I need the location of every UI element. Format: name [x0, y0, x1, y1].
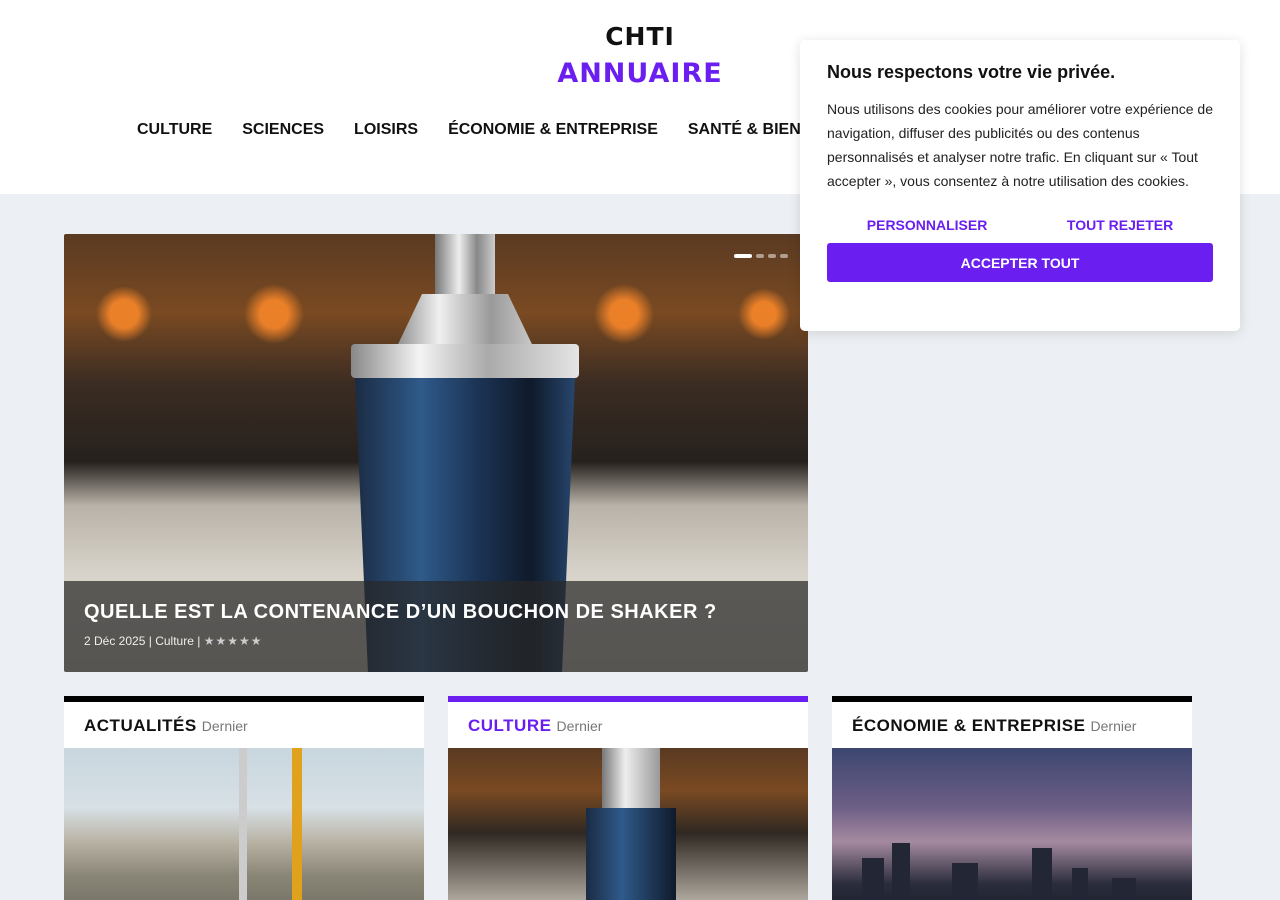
- card-subtitle: Dernier: [201, 718, 248, 734]
- card-category-title[interactable]: ACTUALITÉS: [84, 716, 197, 735]
- cookie-title: Nous respectons votre vie privée.: [827, 62, 1116, 82]
- card-header: ACTUALITÉS Dernier: [64, 702, 424, 748]
- customize-button[interactable]: PERSONNALISER: [867, 217, 988, 233]
- card-header: CULTURE Dernier: [448, 702, 808, 748]
- card-image-construction[interactable]: [64, 748, 424, 900]
- card-header: ÉCONOMIE & ENTREPRISE Dernier: [832, 702, 1192, 748]
- card-image-city-skyline[interactable]: [832, 748, 1192, 900]
- rating-stars-icon: ★★★★★: [203, 634, 263, 648]
- meta-separator: |: [148, 634, 152, 648]
- nav-item-loisirs[interactable]: LOISIRS: [354, 121, 418, 139]
- hero-category-link[interactable]: Culture: [155, 634, 194, 648]
- card-subtitle: Dernier: [1090, 718, 1137, 734]
- category-card-actualites: ACTUALITÉS Dernier: [64, 696, 424, 900]
- card-image-shaker[interactable]: [448, 748, 808, 900]
- slider-dot-4[interactable]: [780, 254, 788, 258]
- main-nav: CULTURE SCIENCES LOISIRS ÉCONOMIE & ENTR…: [137, 121, 849, 139]
- nav-item-sciences[interactable]: SCIENCES: [242, 121, 324, 139]
- cookie-consent-dialog: Nous respectons votre vie privée. Nous u…: [800, 40, 1240, 331]
- nav-item-economie[interactable]: ÉCONOMIE & ENTREPRISE: [448, 121, 658, 139]
- nav-item-culture[interactable]: CULTURE: [137, 121, 212, 139]
- hero-meta: 2 Déc 2025 | Culture | ★★★★★: [84, 634, 788, 648]
- card-subtitle: Dernier: [556, 718, 603, 734]
- card-category-title[interactable]: ÉCONOMIE & ENTREPRISE: [852, 716, 1085, 735]
- category-card-economie: ÉCONOMIE & ENTREPRISE Dernier: [832, 696, 1192, 900]
- slider-dot-1[interactable]: [734, 254, 752, 258]
- category-card-culture: CULTURE Dernier: [448, 696, 808, 900]
- slider-dot-2[interactable]: [756, 254, 764, 258]
- slider-dot-3[interactable]: [768, 254, 776, 258]
- cookie-secondary-actions: PERSONNALISER TOUT REJETER: [827, 217, 1213, 233]
- hero-title[interactable]: QUELLE EST LA CONTENANCE D’UN BOUCHON DE…: [84, 601, 788, 624]
- hero-date: 2 Déc 2025: [84, 634, 146, 648]
- hero-slider[interactable]: QUELLE EST LA CONTENANCE D’UN BOUCHON DE…: [64, 234, 808, 672]
- hero-caption: QUELLE EST LA CONTENANCE D’UN BOUCHON DE…: [64, 581, 808, 672]
- slider-pagination: [734, 254, 788, 258]
- meta-separator: |: [197, 634, 201, 648]
- accept-all-button[interactable]: ACCEPTER TOUT: [827, 243, 1213, 282]
- cookie-text: Nous utilisons des cookies pour améliore…: [827, 101, 1213, 189]
- card-category-title[interactable]: CULTURE: [468, 716, 551, 735]
- reject-all-button[interactable]: TOUT REJETER: [1067, 217, 1173, 233]
